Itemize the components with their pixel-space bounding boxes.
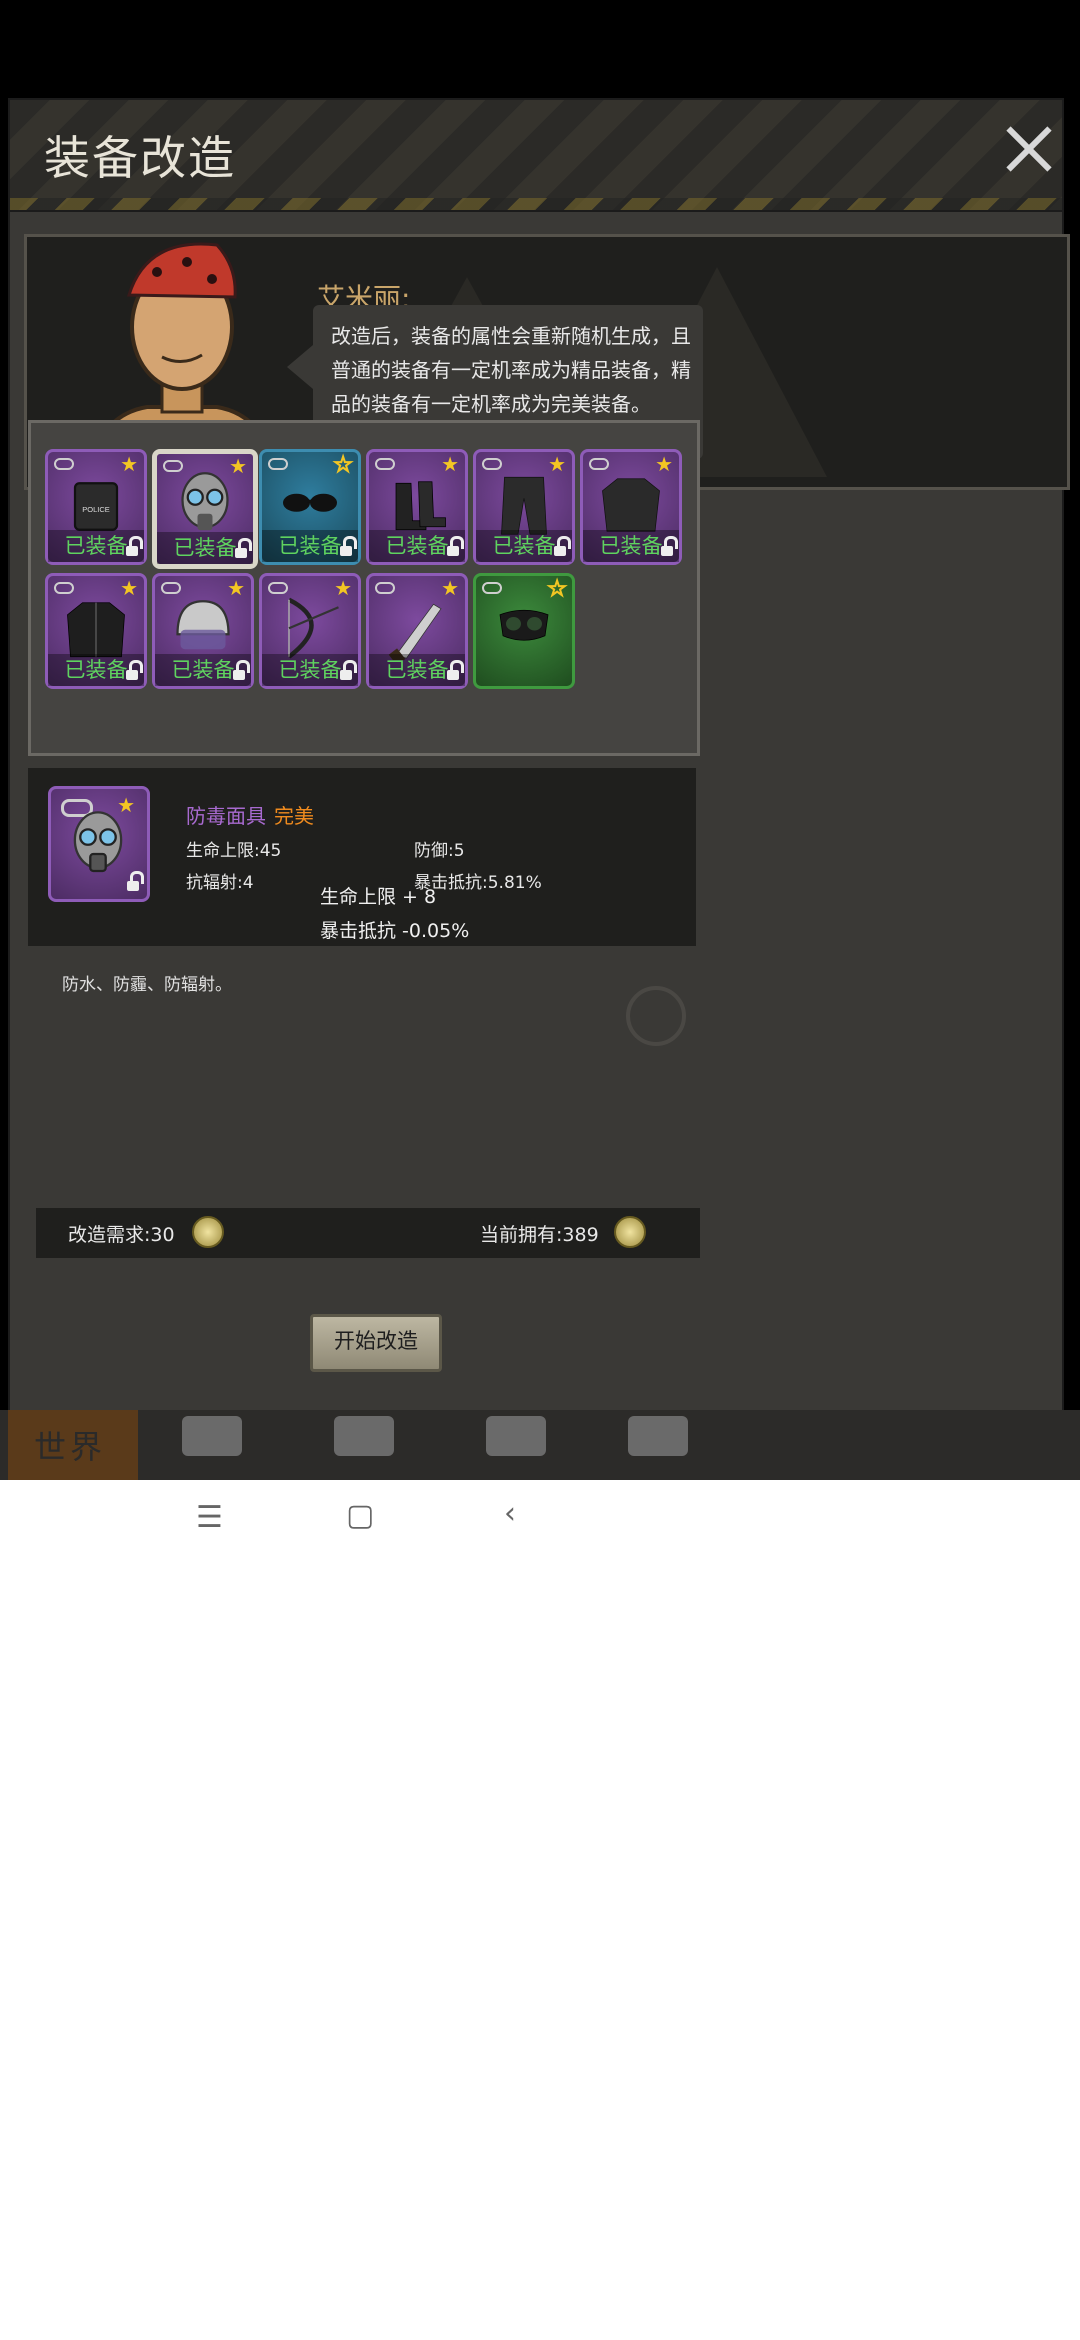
inventory-slot-police-helmet[interactable]: ★ 已装备 xyxy=(152,573,254,689)
stat-rad-resist: 抗辐射:4 xyxy=(186,873,254,893)
compound-bow-icon xyxy=(287,597,339,659)
item-detail-panel: ★ 防毒面具 完美 生命上限:45 防御:5 抗辐射:4 暴击抵抗:5.81% 生… xyxy=(28,768,696,948)
stat-defense: 防御:5 xyxy=(414,841,465,861)
police-vest-icon: POLICE xyxy=(73,482,119,531)
lock-icon xyxy=(340,536,357,556)
cost-bar: 改造需求:30 当前拥有:389 xyxy=(36,1208,700,1258)
inventory-slot-machete[interactable]: ★ 已装备 xyxy=(366,573,468,689)
jacket-icon xyxy=(67,602,125,658)
boots-icon xyxy=(395,481,446,531)
change-hp-max: 生命上限 + 8 xyxy=(320,886,437,908)
change-crit-resist: 暴击抵抗 -0.05% xyxy=(320,920,470,942)
lock-icon xyxy=(447,536,464,556)
back-icon[interactable]: ‹ xyxy=(504,1496,516,1531)
sunglasses-icon xyxy=(283,493,337,512)
svg-text:POLICE: POLICE xyxy=(82,505,110,514)
lock-icon xyxy=(126,660,143,680)
start-modify-label: 开始改造 xyxy=(310,1314,442,1372)
item-name-text: 防毒面具 xyxy=(186,804,266,828)
tab-world[interactable]: 世界 xyxy=(8,1410,138,1480)
inventory-slot-boots[interactable]: ★ 已装备 xyxy=(366,449,468,565)
lock-icon xyxy=(233,660,250,680)
character-icon[interactable] xyxy=(334,1416,394,1456)
lock-icon xyxy=(554,536,571,556)
start-modify-button[interactable]: 开始改造 xyxy=(310,1314,442,1372)
pants-icon xyxy=(501,476,547,535)
coin-icon xyxy=(614,1216,646,1248)
bag-icon[interactable] xyxy=(182,1416,242,1456)
selected-item-icon: ★ xyxy=(48,786,150,902)
sweater-icon xyxy=(602,478,660,532)
lock-icon xyxy=(235,538,252,558)
lock-icon xyxy=(661,536,678,556)
inventory-grid: ★ POLICE 已装备 ★ 已装备 ★ 已装备 ★ 已装备 ★ 已装备 ★ 已装备 ★ 已装备 ★ 已装备 ★ 已… xyxy=(28,420,700,756)
status-bar xyxy=(0,0,1080,98)
home-icon[interactable]: ▢ xyxy=(346,1498,374,1533)
item-quality: 完美 xyxy=(274,804,314,828)
vehicle-icon[interactable] xyxy=(628,1416,688,1456)
coin-icon xyxy=(192,1216,224,1248)
gas-mask-icon xyxy=(181,472,229,531)
inventory-slot-jacket[interactable]: ★ 已装备 xyxy=(45,573,147,689)
hazard-stripe xyxy=(10,198,1062,210)
inventory-slot-gas-mask[interactable]: ★ 已装备 xyxy=(152,449,258,569)
gas-mask-icon xyxy=(73,811,123,873)
inventory-slot-police-vest[interactable]: ★ POLICE 已装备 xyxy=(45,449,147,565)
tab-world-label: 世界 xyxy=(34,1428,107,1466)
inventory-slot-compound-bow[interactable]: ★ 已装备 xyxy=(259,573,361,689)
lock-icon xyxy=(340,660,357,680)
cost-required: 改造需求:30 xyxy=(68,1224,175,1246)
title-bar: 装备改造 xyxy=(10,100,1062,212)
bottom-tab-bar: 世界 xyxy=(0,1410,1080,1480)
lock-icon xyxy=(127,871,144,891)
inventory-slot-goggles[interactable]: ★ xyxy=(473,573,575,689)
stat-hp-max: 生命上限:45 xyxy=(186,841,282,861)
npc-speech: 改造后，装备的属性会重新随机生成，且普通的装备有一定机率成为精品装备，精品的装备… xyxy=(331,324,691,416)
cost-owned: 当前拥有:389 xyxy=(480,1224,599,1246)
system-nav-bar: ☰ ▢ ‹ xyxy=(0,1480,1080,2340)
item-description-panel: 防水、防霾、防辐射。 xyxy=(28,946,696,1054)
menu-icon[interactable]: ☰ xyxy=(196,1500,223,1535)
inventory-slot-pants[interactable]: ★ 已装备 xyxy=(473,449,575,565)
inventory-slot-sunglasses[interactable]: ★ 已装备 xyxy=(259,449,361,565)
close-icon[interactable] xyxy=(998,118,1058,178)
lock-icon xyxy=(447,660,464,680)
inventory-slot-sweater[interactable]: ★ 已装备 xyxy=(580,449,682,565)
item-name: 防毒面具 完美 xyxy=(186,800,314,829)
police-helmet-icon xyxy=(176,600,230,650)
radiation-icon xyxy=(626,986,686,1046)
lock-icon xyxy=(126,536,143,556)
map-icon[interactable] xyxy=(486,1416,546,1456)
goggles-icon xyxy=(499,609,549,641)
dialog-title: 装备改造 xyxy=(44,131,236,185)
machete-icon xyxy=(388,603,442,660)
item-description: 防水、防霾、防辐射。 xyxy=(62,975,232,995)
